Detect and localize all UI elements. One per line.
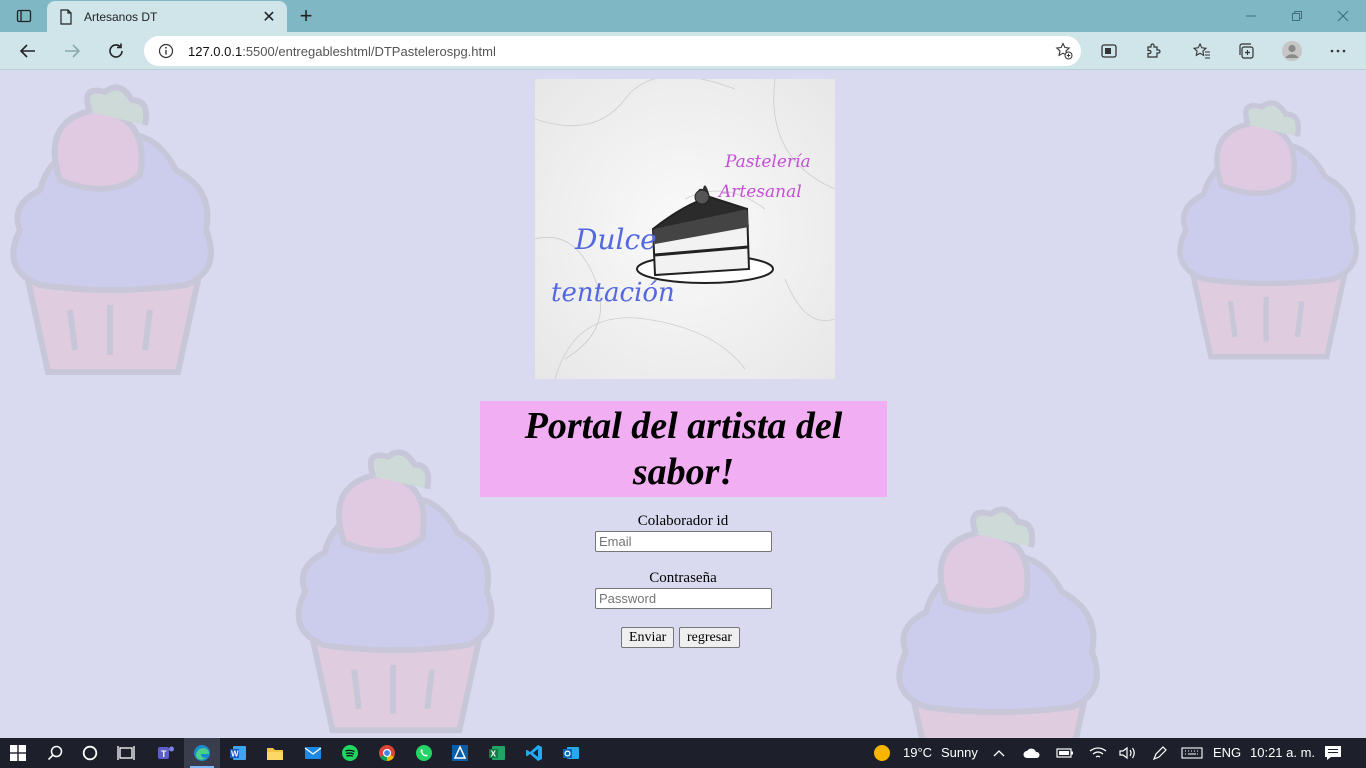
cupcake-decoration-right [1177, 100, 1359, 360]
extensions-icon[interactable] [1138, 36, 1168, 66]
outlook-icon[interactable] [553, 738, 589, 768]
logo-line1: Pastelería [724, 152, 811, 172]
mail-icon[interactable] [295, 738, 331, 768]
url-path: :5500/entregableshtml/DTPastelerospg.htm… [242, 43, 496, 59]
input-language[interactable]: ENG [1213, 738, 1241, 768]
logo-brand1: Dulce [574, 223, 657, 256]
new-tab-icon[interactable]: + [294, 4, 318, 28]
profile-avatar-icon[interactable] [1277, 36, 1307, 66]
chevron-up-icon[interactable] [988, 738, 1010, 768]
page-viewport: Pastelería Artesanal Dulce tentación Por… [0, 70, 1366, 738]
browser-tab[interactable]: Artesanos DT ✕ [47, 1, 287, 32]
windows-start-icon[interactable] [0, 738, 36, 768]
svg-text:W: W [231, 750, 239, 759]
svg-text:T: T [161, 749, 167, 759]
whatsapp-icon[interactable] [406, 738, 442, 768]
bakery-logo: Pastelería Artesanal Dulce tentación [535, 79, 835, 379]
minimize-icon[interactable] [1228, 0, 1274, 32]
password-field[interactable] [595, 588, 772, 609]
forward-icon[interactable] [57, 36, 87, 66]
page-icon [60, 8, 72, 25]
tab-actions-icon[interactable] [8, 5, 40, 27]
submit-button[interactable]: Enviar [621, 627, 675, 648]
browser-toolbar: 127.0.0.1:5500/entregableshtml/DTPastele… [0, 32, 1366, 70]
password-label: Contraseña [649, 570, 717, 586]
task-view-icon[interactable] [108, 738, 144, 768]
search-icon[interactable] [37, 738, 73, 768]
address-bar[interactable]: 127.0.0.1:5500/entregableshtml/DTPastele… [144, 36, 1081, 66]
windows-taskbar: T W X 19°C Sunny ENG 10:21 a. m. [0, 738, 1366, 768]
sun-weather-icon[interactable] [869, 738, 895, 768]
teams-icon[interactable]: T [148, 738, 184, 768]
clock[interactable]: 10:21 a. m. [1250, 738, 1315, 768]
collections-extension-icon[interactable] [1094, 36, 1124, 66]
back-button[interactable]: regresar [679, 627, 741, 648]
notifications-icon[interactable] [1318, 738, 1348, 768]
cupcake-decoration-left [10, 84, 214, 375]
favorites-icon[interactable] [1187, 36, 1217, 66]
collections-icon[interactable] [1231, 36, 1261, 66]
portal-heading: Portal del artista del sabor! [480, 401, 887, 497]
keyboard-icon[interactable] [1178, 738, 1206, 768]
weather-condition[interactable]: Sunny [941, 738, 978, 768]
restore-icon[interactable] [1274, 0, 1320, 32]
close-window-icon[interactable] [1320, 0, 1366, 32]
refresh-icon[interactable] [101, 36, 131, 66]
email-field[interactable] [595, 531, 772, 552]
svg-text:X: X [491, 750, 497, 759]
cupcake-decoration-bottom-right [896, 506, 1100, 738]
cupcake-decoration-bottom-left [295, 449, 495, 734]
vscode-icon[interactable] [516, 738, 552, 768]
weather-temperature[interactable]: 19°C [903, 738, 932, 768]
logo-line2: Artesanal [717, 182, 802, 202]
pen-workspace-icon[interactable] [1148, 738, 1172, 768]
spotify-icon[interactable] [332, 738, 368, 768]
add-favorite-icon[interactable] [1055, 42, 1073, 60]
file-explorer-icon[interactable] [257, 738, 293, 768]
more-menu-icon[interactable] [1323, 36, 1353, 66]
close-tab-icon[interactable]: ✕ [261, 9, 277, 26]
tab-bar: Artesanos DT ✕ + [0, 0, 1366, 32]
logo-brand2: tentación [551, 278, 675, 308]
battery-icon[interactable] [1053, 738, 1077, 768]
chrome-icon[interactable] [369, 738, 405, 768]
url-text[interactable]: 127.0.0.1:5500/entregableshtml/DTPastele… [188, 44, 496, 59]
azure-icon[interactable] [442, 738, 478, 768]
word-icon[interactable]: W [220, 738, 256, 768]
site-info-icon[interactable] [158, 43, 174, 59]
excel-icon[interactable]: X [479, 738, 515, 768]
tab-title: Artesanos DT [84, 9, 158, 24]
edge-icon[interactable] [184, 738, 220, 768]
onedrive-icon[interactable] [1020, 738, 1044, 768]
wifi-icon[interactable] [1086, 738, 1110, 768]
volume-icon[interactable] [1116, 738, 1140, 768]
cortana-icon[interactable] [72, 738, 108, 768]
collaborator-id-label: Colaborador id [637, 513, 729, 529]
back-icon[interactable] [13, 36, 43, 66]
url-host: 127.0.0.1 [188, 43, 243, 59]
